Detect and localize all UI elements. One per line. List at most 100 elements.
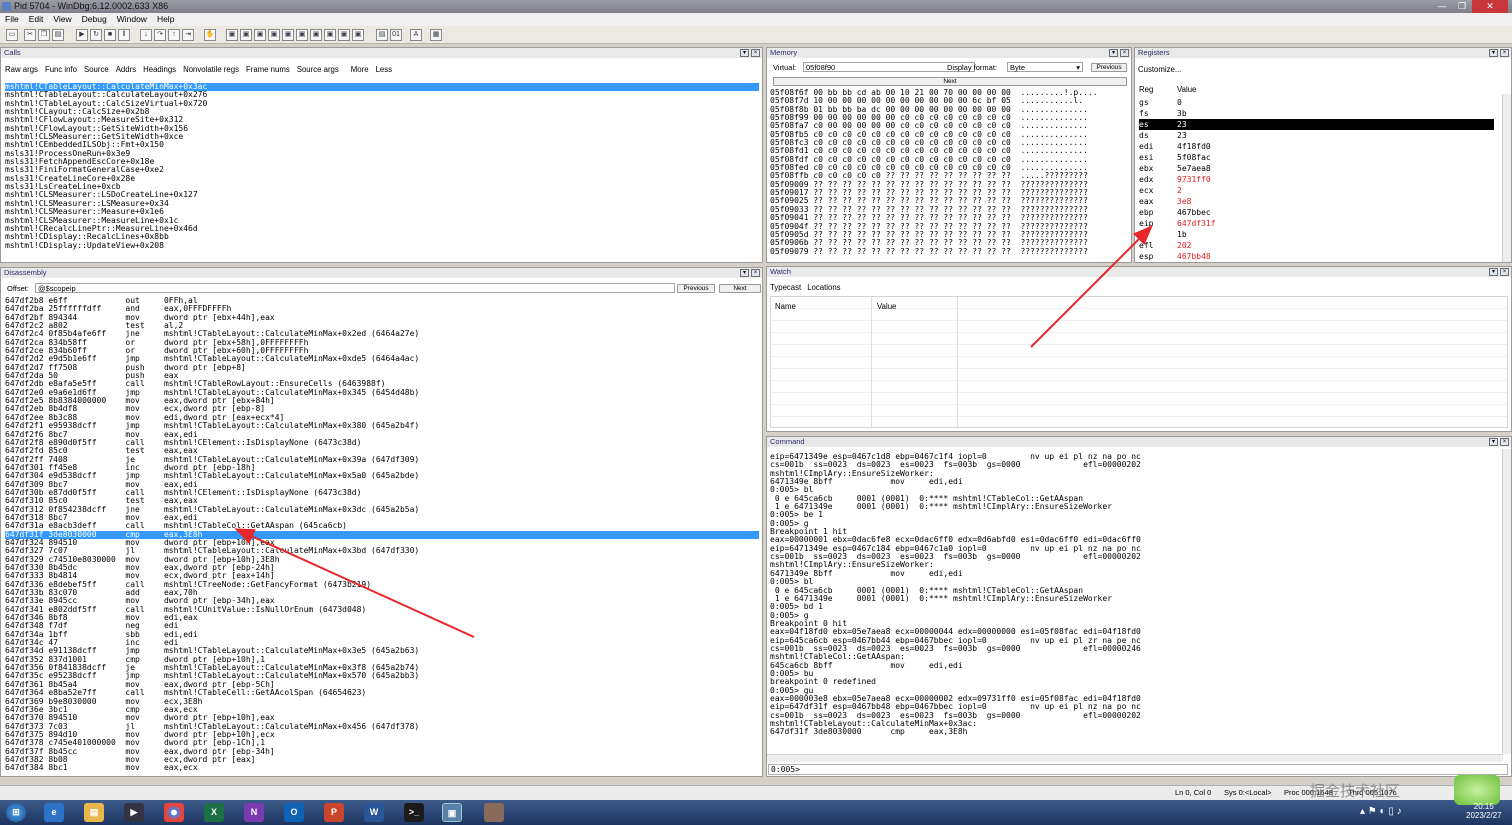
register-row[interactable]: edx 9731ff0 <box>1139 174 1494 185</box>
start-button-icon[interactable]: ⊞ <box>6 803 26 822</box>
clock[interactable]: 20:15 2023/2/27 <box>1466 802 1502 820</box>
word-icon[interactable]: W <box>364 803 384 822</box>
windbg-taskbar-icon[interactable]: ▣ <box>442 803 462 822</box>
source-button[interactable]: Source <box>84 65 109 74</box>
close-button[interactable]: ✕ <box>1472 0 1508 13</box>
menu-window[interactable]: Window <box>112 13 152 26</box>
display-format-select[interactable]: Byte ▾ <box>1007 62 1083 72</box>
register-row[interactable]: ebp 467bbec <box>1139 207 1494 218</box>
register-row[interactable]: efl 202 <box>1139 240 1494 251</box>
more-button[interactable]: More <box>351 65 369 74</box>
pane-options-icon[interactable]: ▾ <box>740 269 749 277</box>
file-explorer-icon[interactable]: ▤ <box>84 803 104 822</box>
previous-button[interactable]: Previous <box>1091 63 1127 72</box>
breakpoint-icon[interactable]: ✋ <box>204 29 216 41</box>
go-icon[interactable]: ▶ <box>76 29 88 41</box>
disassembly-window-icon[interactable]: ▣ <box>310 29 322 41</box>
register-row[interactable]: es 23 <box>1139 119 1494 130</box>
step-out-icon[interactable]: ↑ <box>168 29 180 41</box>
less-button[interactable]: Less <box>376 65 392 74</box>
offset-input[interactable]: @$scopeip <box>35 283 675 293</box>
step-over-icon[interactable]: ↷ <box>154 29 166 41</box>
console-icon[interactable]: >_ <box>404 803 424 822</box>
frame-nums-button[interactable]: Frame nums <box>246 65 290 74</box>
minimize-button[interactable]: — <box>1432 0 1452 13</box>
previous-button[interactable]: Previous <box>677 284 715 293</box>
register-row[interactable]: esi 5f08fac <box>1139 152 1494 163</box>
maximize-button[interactable]: ❐ <box>1452 0 1472 13</box>
memory-window-icon[interactable]: ▣ <box>282 29 294 41</box>
hex-mode-icon[interactable]: ▤ <box>376 29 388 41</box>
font-icon[interactable]: A <box>410 29 422 41</box>
pane-close-icon[interactable]: × <box>1500 49 1509 57</box>
menu-debug[interactable]: Debug <box>77 13 112 26</box>
command-horizontal-scrollbar[interactable] <box>767 754 1503 762</box>
pane-close-icon[interactable]: × <box>1500 438 1509 446</box>
scratch-pad-icon[interactable]: ▣ <box>324 29 336 41</box>
step-into-icon[interactable]: ↓ <box>140 29 152 41</box>
pane-options-icon[interactable]: ▾ <box>1489 438 1498 446</box>
command-window-icon[interactable]: ▣ <box>226 29 238 41</box>
pane-close-icon[interactable]: × <box>751 269 760 277</box>
register-row[interactable]: gs 0 <box>1139 97 1494 108</box>
chrome-icon[interactable] <box>164 803 184 822</box>
binary-mode-icon[interactable]: 01 <box>390 29 402 41</box>
register-row[interactable]: eax 3e8 <box>1139 196 1494 207</box>
open-icon[interactable]: ▭ <box>6 29 18 41</box>
customize-button[interactable]: Customize... <box>1138 65 1181 74</box>
pane-close-icon[interactable]: × <box>1120 49 1129 57</box>
pane-options-icon[interactable]: ▾ <box>1489 268 1498 276</box>
menu-edit[interactable]: Edit <box>24 13 49 26</box>
media-player-icon[interactable]: ▶ <box>124 803 144 822</box>
pane-close-icon[interactable]: × <box>1500 268 1509 276</box>
register-row[interactable]: eip 647df31f <box>1139 218 1494 229</box>
watch-window-icon[interactable]: ▣ <box>240 29 252 41</box>
restart-icon[interactable]: ↻ <box>90 29 102 41</box>
next-button[interactable]: Next <box>773 77 1127 86</box>
powerpoint-icon[interactable]: P <box>324 803 344 822</box>
excel-icon[interactable]: X <box>204 803 224 822</box>
ie-icon[interactable]: e <box>44 803 64 822</box>
call-stack-frame[interactable]: mshtml!CDisplay::UpdateView+0x208 <box>5 241 759 250</box>
register-row[interactable]: ecx 2 <box>1139 185 1494 196</box>
pane-options-icon[interactable]: ▾ <box>740 49 749 57</box>
menu-help[interactable]: Help <box>152 13 179 26</box>
processes-window-icon[interactable]: ▣ <box>338 29 350 41</box>
onenote-icon[interactable]: N <box>244 803 264 822</box>
command-input[interactable]: 0:005> <box>768 764 1508 775</box>
cut-icon[interactable]: ✂ <box>24 29 36 41</box>
addrs-button[interactable]: Addrs <box>116 65 136 74</box>
pane-options-icon[interactable]: ▾ <box>1109 49 1118 57</box>
register-row[interactable]: edi 4f18fd0 <box>1139 141 1494 152</box>
next-button[interactable]: Next <box>719 284 761 293</box>
locations-button[interactable]: Locations <box>807 283 840 292</box>
locals-window-icon[interactable]: ▣ <box>254 29 266 41</box>
registers-scrollbar[interactable] <box>1502 94 1511 262</box>
options-icon[interactable]: ▦ <box>430 29 442 41</box>
source-args-button[interactable]: Source args <box>297 65 339 74</box>
paste-icon[interactable]: ▤ <box>52 29 64 41</box>
outlook-icon[interactable]: O <box>284 803 304 822</box>
tray-icons[interactable]: ▴ ⚑ ◐ ▯ ♪ <box>1360 806 1402 817</box>
source-mode-icon[interactable]: ▣ <box>352 29 364 41</box>
menu-view[interactable]: View <box>48 13 76 26</box>
registers-window-icon[interactable]: ▣ <box>268 29 280 41</box>
pane-close-icon[interactable]: × <box>751 49 760 57</box>
pane-options-icon[interactable]: ▾ <box>1489 49 1498 57</box>
nonvolatile-regs-button[interactable]: Nonvolatile regs <box>183 65 239 74</box>
copy-icon[interactable]: ❐ <box>38 29 50 41</box>
typecast-button[interactable]: Typecast <box>770 283 801 292</box>
register-row[interactable]: ebx 5e7aea8 <box>1139 163 1494 174</box>
disassembly-line[interactable]: 647df384 8bc1 mov eax,ecx <box>5 763 759 772</box>
break-icon[interactable]: ‖ <box>118 29 130 41</box>
register-row[interactable]: cs 1b <box>1139 229 1494 240</box>
user-photo-icon[interactable] <box>484 803 504 822</box>
callstack-window-icon[interactable]: ▣ <box>296 29 308 41</box>
register-row[interactable]: fs 3b <box>1139 108 1494 119</box>
headings-button[interactable]: Headings <box>143 65 176 74</box>
stop-icon[interactable]: ■ <box>104 29 116 41</box>
register-row[interactable]: esp 467bb48 <box>1139 251 1494 262</box>
menu-file[interactable]: File <box>0 13 24 26</box>
register-row[interactable]: ds 23 <box>1139 130 1494 141</box>
command-scrollbar[interactable] <box>1502 449 1511 754</box>
